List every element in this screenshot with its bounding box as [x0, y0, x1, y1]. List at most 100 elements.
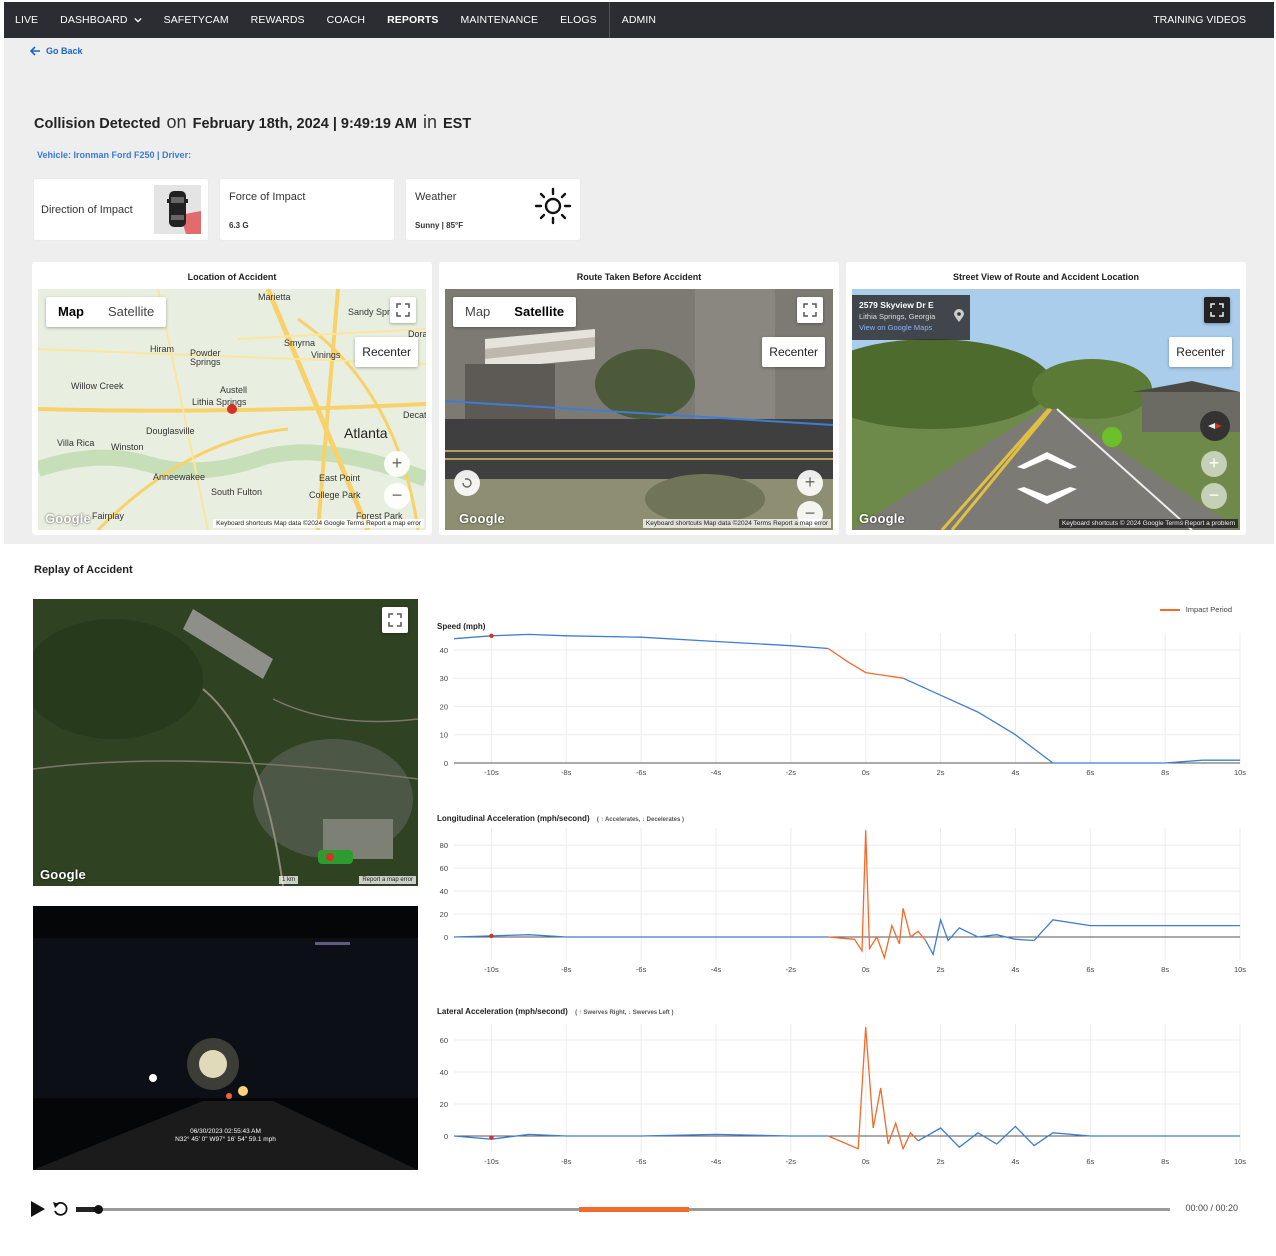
nav-rewards[interactable]: REWARDS — [240, 2, 316, 38]
x-tick-label: -4s — [711, 1157, 722, 1166]
replay-section: Replay of Accident Google 1 km Report a … — [4, 560, 1248, 1170]
arrow-left-icon — [30, 46, 40, 56]
go-back-link[interactable]: Go Back — [30, 46, 83, 56]
x-tick-label: 2s — [937, 965, 945, 974]
y-tick-label: 20 — [440, 1100, 448, 1109]
map-place-15: Anneewakee — [153, 472, 206, 482]
map-scale: 1 km — [279, 876, 299, 884]
vehicle-driver-link[interactable]: Vehicle: Ironman Ford F250 | Driver: — [37, 150, 191, 160]
y-tick-label: 0 — [444, 933, 448, 942]
y-tick-label: 60 — [440, 864, 448, 873]
fullscreen-button[interactable] — [382, 607, 408, 633]
nav-training-videos[interactable]: TRAINING VIDEOS — [1153, 14, 1274, 26]
video-coords: N32° 45' 0" W97° 16' 54" 59.1 mph — [175, 1136, 276, 1143]
map-place-5: Vinings — [311, 350, 341, 360]
timeline-thumb[interactable] — [93, 1205, 103, 1214]
y-tick-label: 40 — [440, 646, 448, 655]
satellite-tab[interactable]: Satellite — [96, 297, 166, 327]
chevron-down-icon — [133, 17, 142, 23]
x-tick-label: 6s — [1086, 965, 1094, 974]
x-tick-label: 2s — [937, 1157, 945, 1166]
video-overlay: 06/30/2023 02:55:43 AM N32° 45' 0" W97° … — [33, 1128, 418, 1144]
lateral-note: ( ↑ Swerves Right, ↓ Swerves Left ) — [575, 1010, 674, 1016]
x-tick-label: -6s — [636, 768, 647, 777]
x-tick-label: -6s — [636, 1157, 647, 1166]
y-tick-label: 0 — [444, 759, 448, 768]
fullscreen-button[interactable] — [390, 297, 416, 323]
nav-elogs[interactable]: ELOGS — [549, 2, 608, 38]
recenter-button[interactable]: Recenter — [762, 337, 825, 367]
x-tick-label: 10s — [1234, 768, 1246, 777]
location-panel: Location of Accident Marietta Sandy Spr … — [32, 262, 432, 535]
title-on: on — [166, 112, 187, 132]
zoom-in-button[interactable]: + — [1201, 451, 1227, 477]
x-tick-label: -2s — [786, 965, 797, 974]
map-type-toggle: Map Satellite — [453, 297, 577, 327]
map-place-0: Marietta — [258, 292, 291, 302]
report-map-error-link[interactable]: Report a map error — [359, 876, 416, 884]
nav-admin[interactable]: ADMIN — [611, 2, 667, 38]
recenter-button[interactable]: Recenter — [355, 337, 418, 367]
play-icon[interactable] — [30, 1200, 46, 1218]
street-panel-title: Street View of Route and Accident Locati… — [952, 272, 1140, 282]
location-map[interactable]: Marietta Sandy Spr Dora Hiram Smyrna Vin… — [38, 289, 426, 530]
rotate-button[interactable] — [454, 470, 480, 496]
weather-label: Weather — [415, 191, 457, 203]
street-view[interactable]: 2579 Skyview Dr E Lithia Springs, Georgi… — [852, 289, 1240, 530]
zoom-in-button[interactable]: + — [384, 451, 410, 477]
nav-maintenance[interactable]: MAINTENANCE — [450, 2, 550, 38]
longitudinal-chart-title: Longitudinal Acceleration (mph/second) (… — [437, 814, 684, 823]
zoom-out-button[interactable]: − — [384, 483, 410, 509]
force-label: Force of Impact — [229, 191, 306, 203]
location-panel-title: Location of Accident — [187, 272, 277, 282]
compass-button[interactable] — [1200, 411, 1230, 441]
replay-title: Replay of Accident — [34, 564, 133, 576]
video-timestamp: 06/30/2023 02:55:43 AM — [190, 1128, 261, 1135]
timeline-track[interactable] — [76, 1205, 1170, 1214]
map-tab[interactable]: Map — [453, 297, 502, 327]
fullscreen-button[interactable] — [797, 297, 823, 323]
street-city: Lithia Springs, Georgia — [859, 312, 936, 321]
chart-legend: Impact Period — [1159, 605, 1232, 614]
timeline-impact-segment — [579, 1207, 689, 1212]
car-impact-icon — [154, 185, 201, 234]
lateral-chart-title: Lateral Acceleration (mph/second) ( ↑ Sw… — [437, 1007, 673, 1016]
satellite-tab[interactable]: Satellite — [502, 297, 576, 327]
series-line — [917, 1125, 1240, 1149]
fullscreen-icon — [1210, 303, 1224, 317]
replay-map[interactable]: Google 1 km Report a map error — [33, 599, 418, 886]
view-on-google-maps-link[interactable]: View on Google Maps — [859, 323, 963, 332]
replay-icon[interactable] — [52, 1200, 68, 1218]
y-tick-label: 40 — [440, 1068, 448, 1077]
route-map[interactable]: Map Satellite Recenter + − Google Keyboa… — [445, 289, 833, 530]
impact-series-line — [828, 830, 927, 960]
x-tick-label: -10s — [484, 965, 499, 974]
nav-dashboard[interactable]: DASHBOARD — [49, 2, 152, 38]
longitudinal-acceleration-chart: -10s -8s -6s -4s -2s 0s 2s 4s 6s 8s 10s 0 20 40 60 80 — [440, 828, 1246, 974]
lateral-acceleration-chart: -10s -8s -6s -4s -2s 0s 2s 4s 6s 8s 10s 0 20 40 60 — [440, 1024, 1246, 1166]
map-tab[interactable]: Map — [46, 297, 96, 327]
map-place-8: Austell — [220, 385, 248, 395]
map-place-14: Winston — [111, 442, 144, 452]
map-place-20: Fairplay — [92, 511, 125, 521]
nav-reports[interactable]: REPORTS — [376, 2, 449, 38]
lateral-title-text: Lateral Acceleration (mph/second) — [437, 1007, 568, 1016]
y-tick-label: 20 — [440, 702, 448, 711]
direction-label: Direction of Impact — [41, 204, 133, 216]
nav-safetycam[interactable]: SAFETYCAM — [153, 2, 240, 38]
nav-live[interactable]: LIVE — [4, 2, 49, 38]
map-type-toggle: Map Satellite — [46, 297, 167, 327]
series-line — [902, 677, 1240, 764]
fullscreen-icon — [388, 613, 402, 627]
x-tick-label: -6s — [636, 965, 647, 974]
zoom-out-button[interactable]: − — [1201, 483, 1227, 509]
fullscreen-button[interactable] — [1204, 297, 1230, 323]
event-timezone: EST — [443, 116, 472, 132]
recenter-button[interactable]: Recenter — [1169, 337, 1232, 367]
nav-coach[interactable]: COACH — [316, 2, 376, 38]
x-tick-label: -4s — [711, 965, 722, 974]
zoom-in-button[interactable]: + — [797, 470, 823, 496]
top-nav: LIVE DASHBOARD SAFETYCAM REWARDS COACH R… — [4, 2, 1274, 38]
dashcam-video[interactable]: 06/30/2023 02:55:43 AM N32° 45' 0" W97° … — [33, 906, 418, 1170]
map-place-3: Hiram — [150, 344, 174, 354]
